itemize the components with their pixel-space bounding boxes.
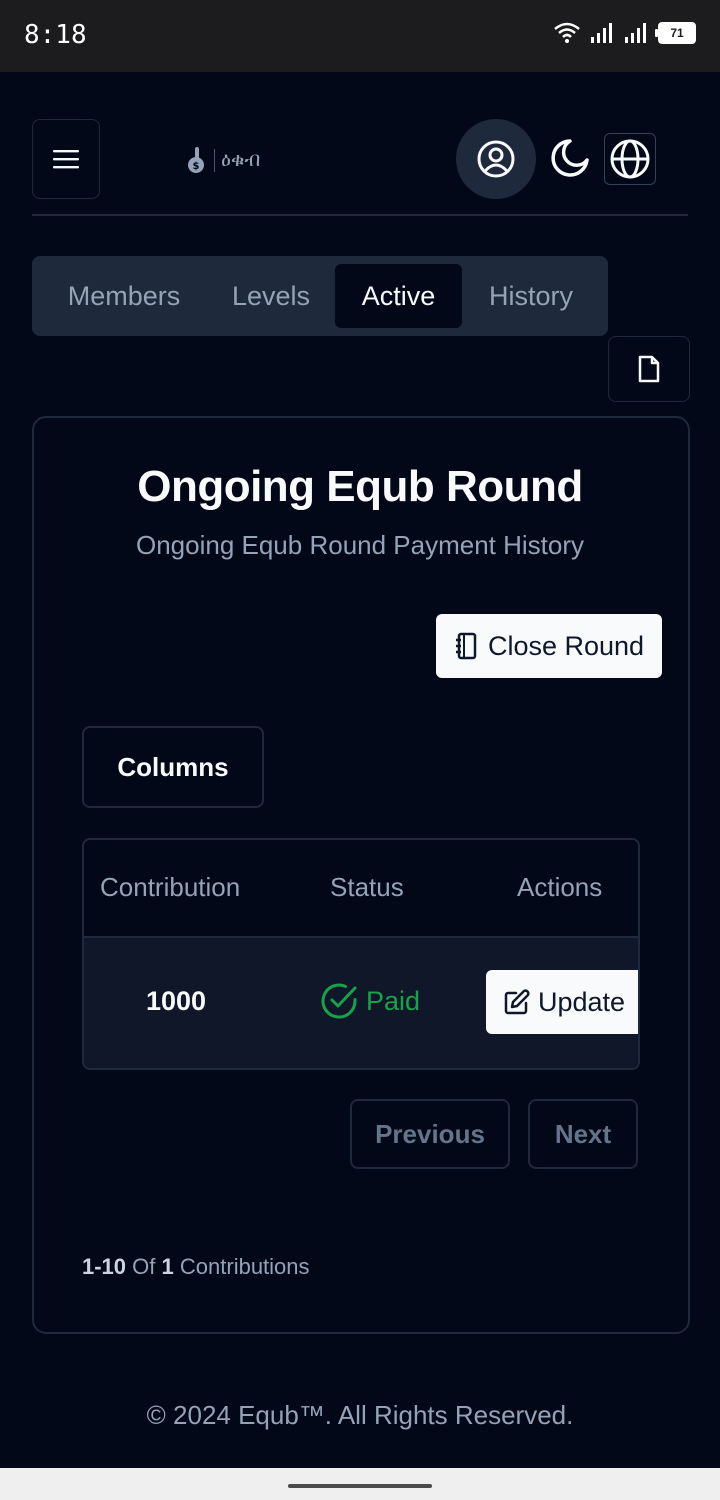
logo-text: ዕቁብ xyxy=(214,148,260,172)
edit-icon xyxy=(504,989,530,1015)
app-logo[interactable]: $ ዕቁብ xyxy=(186,146,260,174)
tab-list: Members Levels Active History xyxy=(32,256,608,336)
notebook-icon xyxy=(455,632,477,660)
contributions-table: Contribution Status Actions 1000 Paid Up… xyxy=(82,838,640,1070)
check-circle-icon xyxy=(321,983,357,1019)
pagination-of: Of xyxy=(132,1254,156,1279)
file-icon xyxy=(638,355,660,383)
pagination-range: 1-10 xyxy=(82,1254,127,1279)
language-button[interactable] xyxy=(604,133,656,185)
moon-icon xyxy=(551,139,589,177)
battery-icon: 71 xyxy=(655,22,696,44)
status-time: 8:18 xyxy=(24,20,87,50)
menu-button[interactable] xyxy=(32,119,100,199)
previous-button[interactable]: Previous xyxy=(350,1099,510,1169)
header-actions: Actions xyxy=(517,872,603,902)
footer-copyright: © 2024 Equb™. All Rights Reserved. xyxy=(146,1400,574,1430)
theme-toggle-button[interactable] xyxy=(546,136,592,182)
close-round-button[interactable]: Close Round xyxy=(436,614,662,678)
table-header: Contribution Status Actions xyxy=(84,840,638,938)
next-button[interactable]: Next xyxy=(528,1099,638,1169)
update-label: Update xyxy=(538,986,626,1017)
money-hand-icon: $ xyxy=(188,147,204,173)
cell-contribution: 1000 xyxy=(146,986,207,1016)
tab-levels[interactable]: Levels xyxy=(216,264,326,328)
pagination-unit: Contributions xyxy=(179,1254,310,1279)
svg-text:$: $ xyxy=(193,161,200,172)
system-nav-bar xyxy=(0,1468,720,1500)
profile-button[interactable] xyxy=(456,119,536,199)
wifi-icon xyxy=(554,22,580,43)
tab-active[interactable]: Active xyxy=(335,264,462,328)
table-row: 1000 Paid Update xyxy=(84,938,638,1068)
system-status-bar: 8:18 71 xyxy=(0,0,720,72)
home-handle[interactable] xyxy=(288,1484,432,1488)
close-round-label: Close Round xyxy=(487,630,645,661)
export-button[interactable] xyxy=(608,336,690,402)
user-circle-icon xyxy=(477,140,515,178)
signal-icon xyxy=(591,23,612,43)
signal-icon-2 xyxy=(625,23,646,43)
globe-icon xyxy=(610,139,650,179)
status-icons: 71 xyxy=(554,22,696,44)
tab-history[interactable]: History xyxy=(472,264,590,328)
header-status[interactable]: Status xyxy=(330,872,404,903)
card-subtitle: Ongoing Equb Round Payment History xyxy=(135,530,585,560)
pagination-total: 1 xyxy=(161,1254,174,1279)
update-button[interactable]: Update xyxy=(486,970,638,1034)
pagination-info: 1-10 Of 1 Contributions xyxy=(82,1254,310,1280)
hamburger-icon xyxy=(53,150,79,169)
header-contribution[interactable]: Contribution xyxy=(100,872,240,903)
tab-members[interactable]: Members xyxy=(50,264,198,328)
columns-button[interactable]: Columns xyxy=(82,726,264,808)
header-divider xyxy=(32,214,688,216)
status-label: Paid xyxy=(366,985,421,1016)
status-badge: Paid xyxy=(320,982,420,1020)
card-title: Ongoing Equb Round xyxy=(137,462,583,511)
